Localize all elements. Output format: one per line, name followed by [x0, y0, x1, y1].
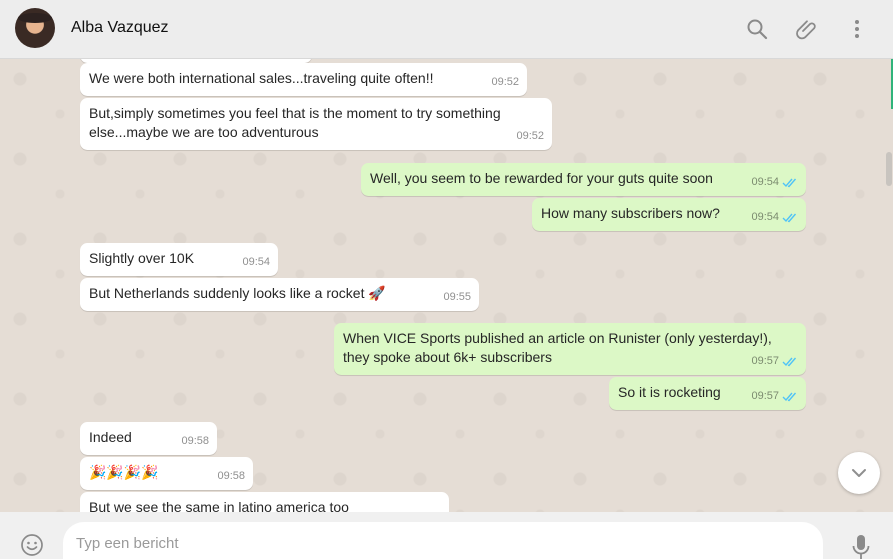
scrollbar-thumb[interactable]: [886, 152, 892, 186]
message-time: 09:54: [751, 211, 779, 223]
message-bubble-incoming[interactable]: Indeed 09:58: [80, 422, 217, 455]
message-time: 09:55: [443, 291, 471, 303]
message-text: Well, you seem to be rewarded for your g…: [370, 170, 713, 186]
message-time: 09:54: [751, 176, 779, 188]
double-check-icon: [782, 357, 797, 367]
message-bubble-outgoing[interactable]: So it is rocketing 09:57: [609, 377, 806, 410]
double-check-icon: [782, 213, 797, 223]
message-text: But we see the same in latino america to…: [89, 499, 349, 512]
microphone-icon[interactable]: [849, 533, 873, 559]
scroll-down-button[interactable]: [838, 452, 880, 494]
contact-avatar[interactable]: [15, 8, 55, 48]
message-text: But,simply sometimes you feel that is th…: [89, 105, 501, 140]
message-bubble-outgoing[interactable]: When VICE Sports published an article on…: [334, 323, 806, 375]
chat-header: Alba Vazquez: [0, 0, 893, 59]
message-bubble-incoming[interactable]: We were both international sales...trave…: [80, 63, 527, 96]
message-bubble-incoming[interactable]: Slightly over 10K 09:54: [80, 243, 278, 276]
message-input[interactable]: [63, 522, 823, 559]
double-check-icon: [782, 178, 797, 188]
composer-bar: [0, 512, 893, 559]
message-time: 09:57: [751, 390, 779, 402]
message-bubble-incoming[interactable]: But Netherlands suddenly looks like a ro…: [80, 278, 479, 311]
search-icon[interactable]: [745, 17, 769, 41]
chevron-down-icon: [852, 469, 866, 477]
message-list[interactable]: We were both international sales...trave…: [0, 59, 893, 512]
paperclip-icon[interactable]: [795, 17, 819, 41]
message-time: 09:54: [242, 256, 270, 268]
contact-name[interactable]: Alba Vazquez: [71, 19, 169, 37]
more-vertical-icon[interactable]: [845, 17, 869, 41]
message-bubble-outgoing[interactable]: How many subscribers now? 09:54: [532, 198, 806, 231]
message-time: 09:52: [516, 130, 544, 142]
message-bubble-incoming[interactable]: But we see the same in latino america to…: [80, 492, 449, 512]
message-time: 09:58: [217, 470, 245, 482]
message-bubble-incoming[interactable]: But,simply sometimes you feel that is th…: [80, 98, 552, 150]
message-text: But Netherlands suddenly looks like a ro…: [89, 285, 386, 301]
message-bubble-incoming[interactable]: 🎉🎉🎉🎉 09:58: [80, 457, 253, 490]
message-text: We were both international sales...trave…: [89, 70, 434, 86]
message-time: 09:58: [181, 435, 209, 447]
message-time: 09:52: [491, 76, 519, 88]
message-bubble-outgoing[interactable]: Well, you seem to be rewarded for your g…: [361, 163, 806, 196]
emoji-icon[interactable]: [20, 533, 44, 557]
message-time: 09:57: [751, 355, 779, 367]
message-text: When VICE Sports published an article on…: [343, 330, 772, 365]
double-check-icon: [782, 392, 797, 402]
